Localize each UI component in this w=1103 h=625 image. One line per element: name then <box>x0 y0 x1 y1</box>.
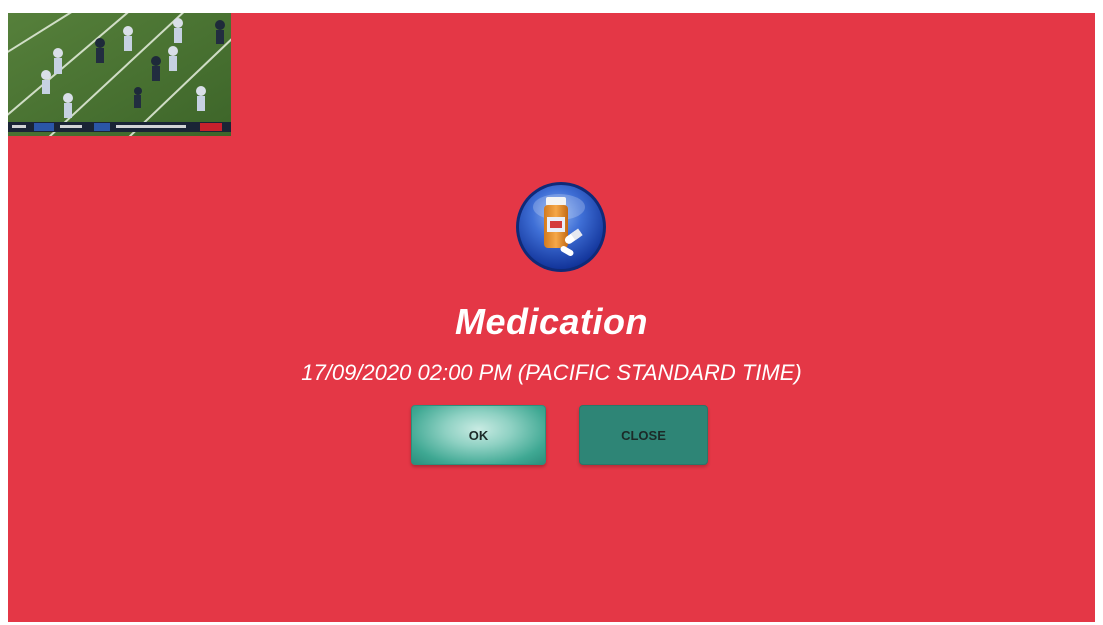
video-preview[interactable] <box>8 13 231 136</box>
close-button[interactable]: CLOSE <box>579 405 708 465</box>
medication-bottle-icon <box>515 181 607 273</box>
ok-button[interactable]: OK <box>411 405 546 465</box>
reminder-title: Medication <box>454 301 648 342</box>
football-video-thumbnail <box>8 13 231 136</box>
reminder-datetime: 17/09/2020 02:00 PM (PACIFIC STANDARD TI… <box>301 360 802 385</box>
reminder-screen: Medication 17/09/2020 02:00 PM (PACIFIC … <box>8 13 1095 622</box>
